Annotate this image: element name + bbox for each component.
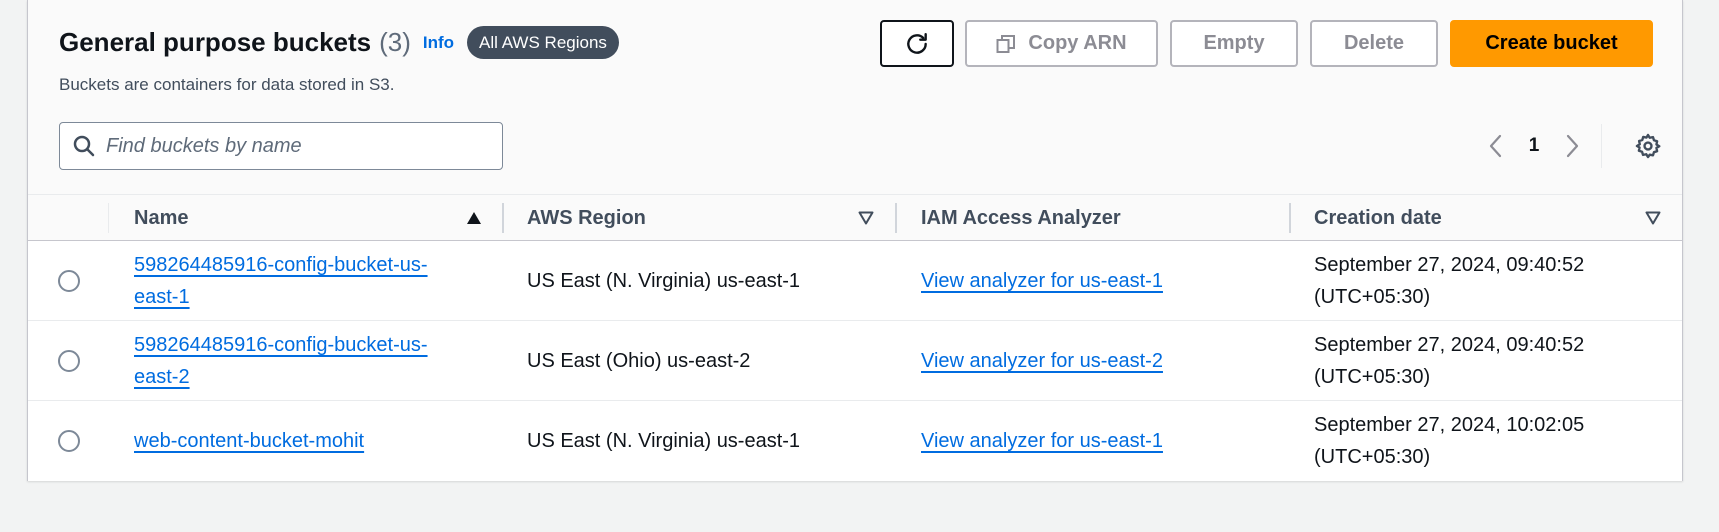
- column-header-region[interactable]: AWS Region: [527, 195, 646, 241]
- region-cell: US East (N. Virginia) us-east-1: [527, 430, 801, 452]
- delete-label: Delete: [1343, 32, 1405, 54]
- page-title: General purpose buckets: [59, 27, 372, 57]
- table-header: Name AWS Region IAM Access Analyzer Crea…: [28, 195, 1682, 241]
- chevron-left-icon[interactable]: [1478, 128, 1514, 164]
- column-resizer[interactable]: [1289, 203, 1291, 233]
- create-bucket-button[interactable]: Create bucket: [1450, 20, 1653, 67]
- search-box: [59, 122, 503, 170]
- column-resizer[interactable]: [502, 203, 504, 233]
- create-bucket-label: Create bucket: [1485, 32, 1618, 54]
- bucket-name-link[interactable]: 598264485916-config-bucket-us-east-2: [134, 329, 464, 393]
- bucket-name-cell: 598264485916-config-bucket-us-east-2: [134, 321, 464, 401]
- region-badge: All AWS Regions: [467, 26, 619, 59]
- analyzer-cell: View analyzer for us-east-1: [921, 401, 1301, 481]
- refresh-icon: [904, 31, 930, 57]
- analyzer-cell: View analyzer for us-east-1: [921, 241, 1301, 321]
- panel-header: General purpose buckets (3) Info All AWS…: [28, 0, 1682, 195]
- pagination: 1: [1478, 128, 1590, 164]
- current-page[interactable]: 1: [1514, 135, 1554, 157]
- creation-date-cell: September 27, 2024, 09:40:52 (UTC+05:30): [1314, 254, 1585, 308]
- column-resizer[interactable]: [895, 203, 897, 233]
- search-icon: [73, 135, 95, 157]
- bucket-count: (3): [379, 27, 411, 57]
- sort-descending-icon[interactable]: [1643, 208, 1663, 228]
- bucket-name-cell: 598264485916-config-bucket-us-east-1: [134, 241, 464, 321]
- gear-icon[interactable]: [1632, 130, 1664, 162]
- sort-ascending-icon[interactable]: [464, 208, 484, 228]
- creation-date-cell: September 27, 2024, 09:40:52 (UTC+05:30): [1314, 334, 1585, 388]
- column-divider: [108, 203, 109, 233]
- search-input[interactable]: [106, 134, 486, 158]
- chevron-right-icon[interactable]: [1554, 128, 1590, 164]
- row-select-radio[interactable]: [58, 430, 80, 452]
- analyzer-link[interactable]: View analyzer for us-east-2: [921, 345, 1163, 377]
- refresh-button[interactable]: [880, 20, 954, 67]
- column-header-name[interactable]: Name: [134, 195, 188, 241]
- table-row: web-content-bucket-mohit US East (N. Vir…: [28, 401, 1682, 481]
- analyzer-cell: View analyzer for us-east-2: [921, 321, 1301, 401]
- copy-arn-label: Copy ARN: [1028, 32, 1127, 54]
- region-cell: US East (Ohio) us-east-2: [527, 350, 751, 372]
- title-row: General purpose buckets (3) Info All AWS…: [59, 26, 619, 59]
- analyzer-link[interactable]: View analyzer for us-east-1: [921, 425, 1163, 457]
- panel-description: Buckets are containers for data stored i…: [59, 75, 395, 94]
- table-row: 598264485916-config-bucket-us-east-2 US …: [28, 321, 1682, 401]
- buckets-panel: General purpose buckets (3) Info All AWS…: [27, 0, 1683, 481]
- table-row: 598264485916-config-bucket-us-east-1 US …: [28, 241, 1682, 321]
- creation-date-cell: September 27, 2024, 10:02:05 (UTC+05:30): [1314, 414, 1585, 468]
- info-link[interactable]: Info: [423, 33, 454, 53]
- region-cell: US East (N. Virginia) us-east-1: [527, 270, 801, 292]
- column-header-creation-date[interactable]: Creation date: [1314, 195, 1442, 241]
- column-header-analyzer: IAM Access Analyzer: [921, 206, 1121, 229]
- bucket-name-link[interactable]: 598264485916-config-bucket-us-east-1: [134, 249, 464, 313]
- row-select-radio[interactable]: [58, 350, 80, 372]
- copy-arn-button[interactable]: Copy ARN: [965, 20, 1158, 67]
- empty-label: Empty: [1203, 32, 1265, 54]
- sort-descending-icon[interactable]: [856, 208, 876, 228]
- row-select-radio[interactable]: [58, 270, 80, 292]
- bucket-name-cell: web-content-bucket-mohit: [134, 401, 464, 481]
- pager-divider: [1601, 124, 1602, 168]
- bucket-name-link[interactable]: web-content-bucket-mohit: [134, 425, 364, 457]
- empty-button[interactable]: Empty: [1170, 20, 1298, 67]
- copy-icon: [996, 34, 1016, 54]
- delete-button[interactable]: Delete: [1310, 20, 1438, 67]
- analyzer-link[interactable]: View analyzer for us-east-1: [921, 265, 1163, 297]
